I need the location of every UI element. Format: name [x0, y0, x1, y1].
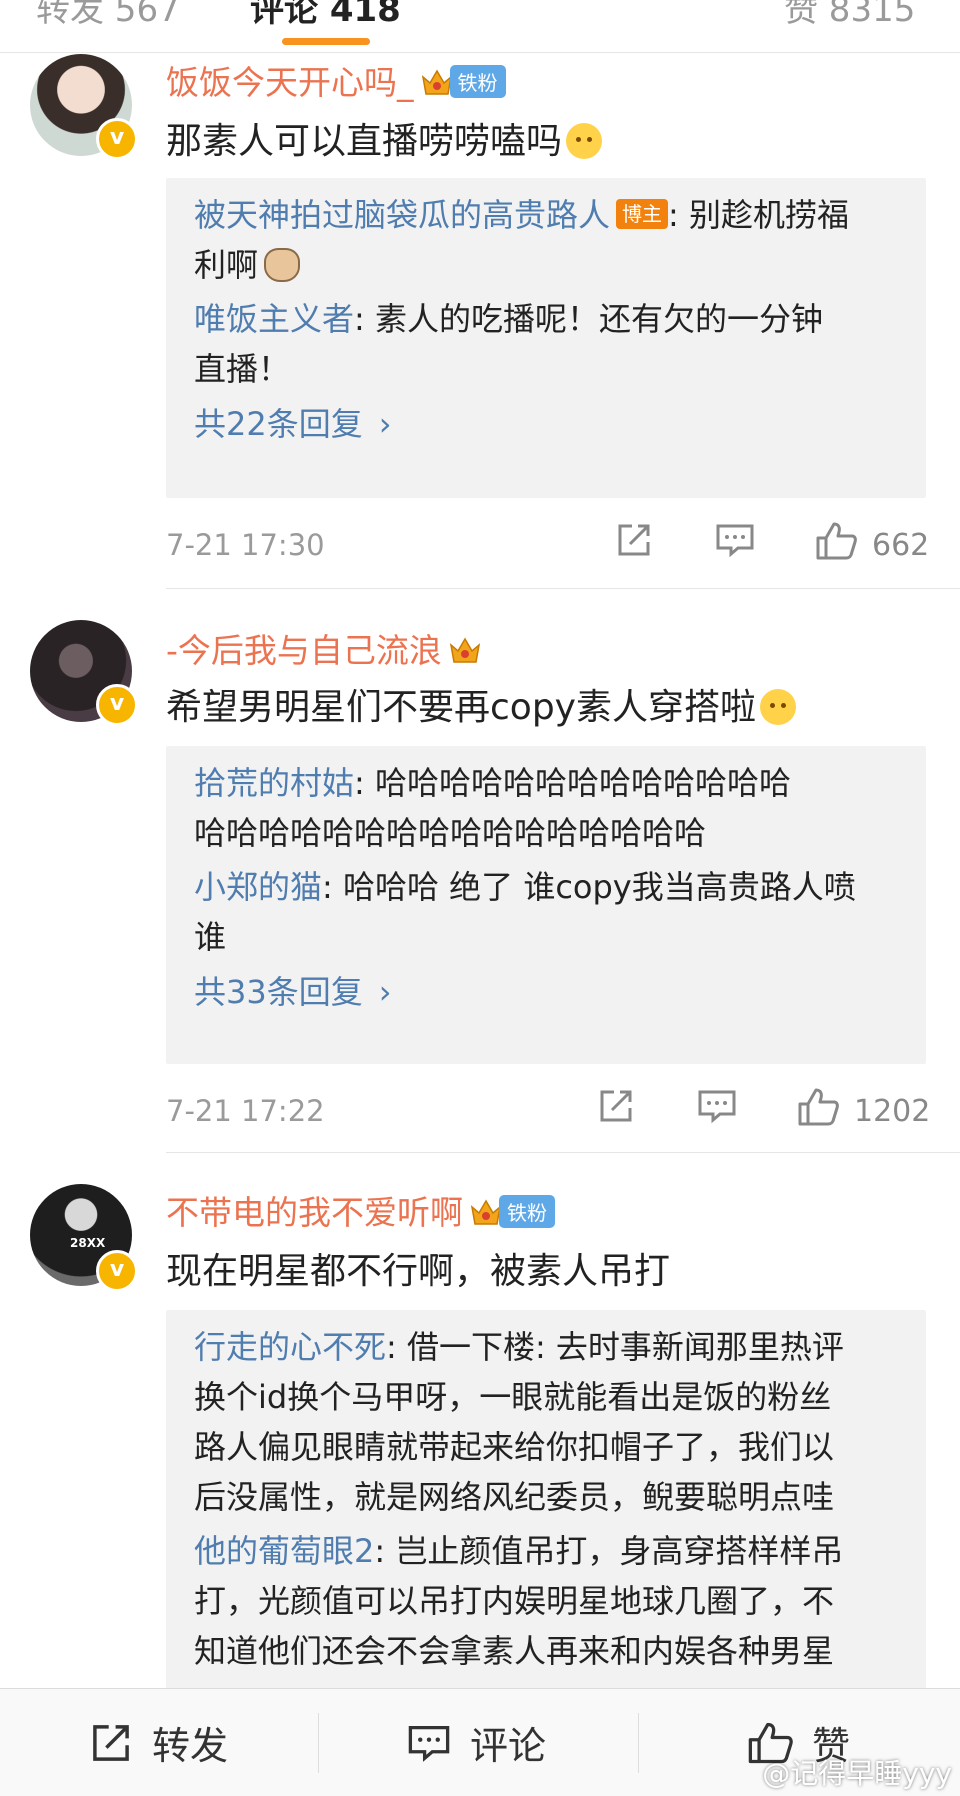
- comment-text-content: 希望男明星们不要再copy素人穿搭啦: [166, 687, 756, 728]
- divider: [166, 1152, 960, 1153]
- more-replies-text[interactable]: 共22条回复: [194, 405, 363, 443]
- reply-item: 拾荒的村姑: 哈哈哈哈哈哈哈哈哈哈哈哈哈 哈哈哈哈哈哈哈哈哈哈哈哈哈哈哈哈: [194, 758, 898, 858]
- toolbar-separator: [638, 1713, 639, 1773]
- username-text[interactable]: 饭饭今天开心吗_: [166, 63, 414, 102]
- reply-author[interactable]: 唯饭主义者: [194, 300, 354, 338]
- reply-text: : 借一下楼: 去时事新闻那里热评: [386, 1328, 844, 1366]
- reply-text: : 素人的吃播呢！还有欠的一分钟: [354, 300, 823, 338]
- username-text[interactable]: 不带电的我不爱听啊: [166, 1193, 463, 1232]
- reply-author[interactable]: 小郑的猫: [194, 868, 322, 906]
- comment-icon: [408, 1725, 450, 1762]
- like-icon[interactable]: [814, 520, 858, 570]
- timestamp: 7-21 17:22: [166, 1094, 325, 1128]
- comment-text-content: 那素人可以直播唠唠嗑吗: [166, 121, 563, 162]
- reply-text: 打，光颜值可以吊打内娱明星地球几圈了，不: [194, 1582, 835, 1620]
- avatar-jersey-text: 28XX: [70, 1236, 106, 1250]
- chevron-right-icon: ›: [378, 405, 392, 443]
- tab-likes[interactable]: 赞 8315: [784, 0, 915, 31]
- username[interactable]: 不带电的我不爱听啊 铁粉: [166, 1186, 555, 1234]
- more-replies-link[interactable]: 共22条回复 ›: [194, 400, 898, 448]
- comment-icon[interactable]: [696, 1086, 738, 1136]
- more-replies-text[interactable]: 共33条回复: [194, 973, 363, 1011]
- verified-icon: v: [96, 684, 138, 726]
- verified-icon: v: [96, 118, 138, 160]
- like-count: 1202: [854, 1094, 931, 1129]
- more-replies-link[interactable]: 共33条回复 ›: [194, 968, 898, 1016]
- repost-label[interactable]: 转发: [152, 1715, 228, 1770]
- reply-item: 小郑的猫: 哈哈哈 绝了 谁copy我当高贵路人喷 谁: [194, 862, 898, 962]
- reply-item: 唯饭主义者: 素人的吃播呢！还有欠的一分钟 直播！: [194, 294, 898, 394]
- crown-icon: [421, 69, 452, 95]
- share-icon[interactable]: [614, 520, 654, 570]
- reply-text: 谁: [194, 918, 227, 956]
- comment-text: 现在明星都不行啊，被素人吊打: [166, 1242, 670, 1294]
- fan-badge: 铁粉: [449, 65, 506, 98]
- crown-icon: [470, 1199, 502, 1225]
- reply-text: 路人偏见眼睛就带起来给你扣帽子了，我们以: [194, 1428, 835, 1466]
- reply-text: 利啊: [194, 246, 259, 284]
- username[interactable]: -今后我与自己流浪: [166, 624, 482, 672]
- timestamp: 7-21 17:30: [166, 528, 325, 562]
- comment-icon[interactable]: [714, 520, 756, 570]
- repost-button[interactable]: 转发: [88, 1689, 228, 1796]
- active-tab-indicator: [282, 38, 370, 45]
- share-icon: [93, 1724, 129, 1761]
- reply-item: 他的葡萄眼2: 岂止颜值吊打，身高穿搭样样吊 打，光颜值可以吊打内娱明星地球几圈…: [194, 1526, 898, 1676]
- comment-meta: 7-21 17:22 1202: [166, 1086, 930, 1136]
- tab-bar: 转发 567 评论 418 赞 8315: [0, 0, 960, 53]
- reply-text: 直播！: [194, 350, 291, 388]
- tab-comments[interactable]: 评论 418: [250, 0, 401, 31]
- reply-item: 被天神拍过脑袋瓜的高贵路人 博主: 别趁机捞福 利啊: [194, 190, 898, 290]
- reply-box[interactable]: 被天神拍过脑袋瓜的高贵路人 博主: 别趁机捞福 利啊 唯饭主义者: 素人的吃播呢！…: [166, 178, 926, 498]
- reply-text: 后没属性，就是网络风纪委员，鲵要聪明点哇: [194, 1478, 835, 1516]
- reply-author[interactable]: 他的葡萄眼2: [194, 1532, 374, 1570]
- toolbar-separator: [318, 1713, 319, 1773]
- crown-icon: [449, 637, 481, 663]
- reply-author[interactable]: 被天神拍过脑袋瓜的高贵路人: [194, 196, 610, 234]
- tab-repost[interactable]: 转发 567: [36, 0, 180, 31]
- emoji-icon: [566, 123, 603, 159]
- like-count: 662: [872, 528, 930, 563]
- username-text[interactable]: -今后我与自己流浪: [166, 631, 442, 670]
- reply-text: : 哈哈哈 绝了 谁copy我当高贵路人喷: [322, 868, 856, 906]
- verified-icon: v: [96, 1250, 138, 1292]
- comment-meta: 7-21 17:30 662: [166, 520, 930, 570]
- reply-author[interactable]: 拾荒的村姑: [194, 764, 354, 802]
- reply-text: : 别趁机捞福: [668, 196, 849, 234]
- share-icon[interactable]: [596, 1086, 636, 1136]
- weibo-watermark: @记得早睡yyy: [762, 1757, 952, 1790]
- reply-text: : 哈哈哈哈哈哈哈哈哈哈哈哈哈: [354, 764, 791, 802]
- divider: [166, 588, 960, 589]
- fan-badge: 铁粉: [499, 1195, 555, 1228]
- comment-text: 那素人可以直播唠唠嗑吗: [166, 112, 603, 164]
- emoji-icon: [759, 689, 796, 725]
- reply-box[interactable]: 拾荒的村姑: 哈哈哈哈哈哈哈哈哈哈哈哈哈 哈哈哈哈哈哈哈哈哈哈哈哈哈哈哈哈 小郑…: [166, 746, 926, 1064]
- reply-text: : 岂止颜值吊打，身高穿搭样样吊: [374, 1532, 844, 1570]
- reply-box[interactable]: 行走的心不死: 借一下楼: 去时事新闻那里热评 换个id换个马甲呀，一眼就能看出…: [166, 1310, 926, 1710]
- comment-text: 希望男明星们不要再copy素人穿搭啦: [166, 678, 796, 730]
- reply-text: 哈哈哈哈哈哈哈哈哈哈哈哈哈哈哈哈: [194, 814, 707, 852]
- username[interactable]: 饭饭今天开心吗_ 铁粉: [166, 56, 506, 104]
- reply-text: 知道他们还会不会拿素人再来和内娱各种男星: [194, 1632, 835, 1670]
- like-icon[interactable]: [796, 1086, 840, 1136]
- comment-label[interactable]: 评论: [470, 1715, 546, 1770]
- chevron-right-icon: ›: [378, 973, 392, 1011]
- comment-text-content: 现在明星都不行啊，被素人吊打: [166, 1251, 671, 1292]
- cat-emoji-icon: [264, 248, 301, 282]
- host-tag: 博主: [616, 199, 669, 229]
- reply-author[interactable]: 行走的心不死: [194, 1328, 386, 1366]
- reply-item: 行走的心不死: 借一下楼: 去时事新闻那里热评 换个id换个马甲呀，一眼就能看出…: [194, 1322, 898, 1522]
- reply-text: 换个id换个马甲呀，一眼就能看出是饭的粉丝: [194, 1378, 832, 1416]
- comment-button[interactable]: 评论: [406, 1689, 546, 1796]
